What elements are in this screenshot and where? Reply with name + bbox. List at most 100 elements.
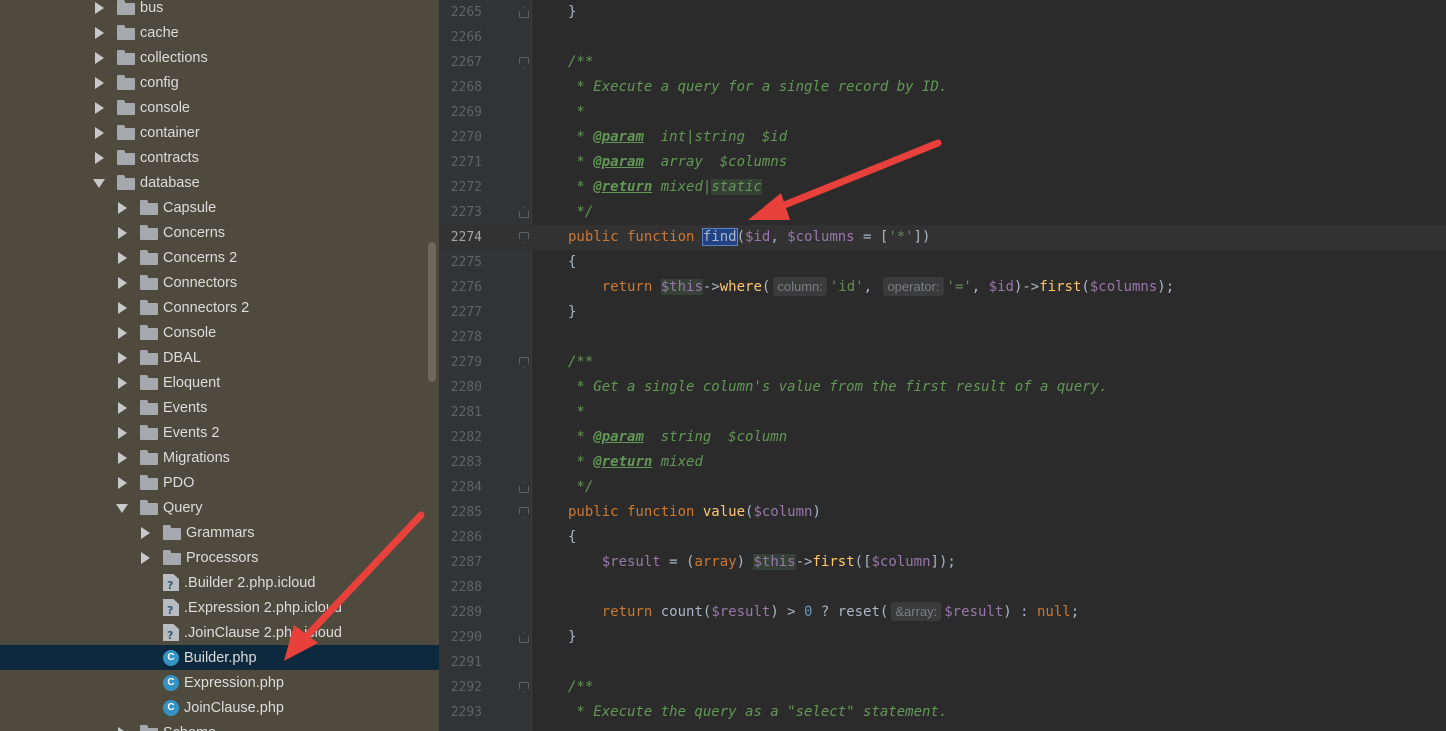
code-line[interactable]: 2268 * Execute a query for a single reco…	[439, 75, 1446, 100]
code-token: @param	[593, 154, 644, 170]
fold-marker-icon[interactable]	[519, 632, 529, 643]
code-line[interactable]: 2275 {	[439, 250, 1446, 275]
expand-arrow-icon[interactable]	[93, 177, 105, 189]
collapse-arrow-icon[interactable]	[93, 1, 105, 14]
tree-folder[interactable]: collections	[0, 45, 439, 70]
tree-folder[interactable]: console	[0, 95, 439, 120]
project-tree-scrollbar[interactable]	[428, 242, 436, 382]
tree-file[interactable]: ? .Builder 2.php.icloud	[0, 570, 439, 595]
collapse-arrow-icon[interactable]	[116, 426, 128, 439]
tree-folder[interactable]: container	[0, 120, 439, 145]
code-line[interactable]: 2284 */	[439, 475, 1446, 500]
code-line[interactable]: 2266	[439, 25, 1446, 50]
code-token: */	[568, 479, 594, 495]
code-token: ,	[770, 229, 788, 245]
collapse-arrow-icon[interactable]	[93, 51, 105, 64]
tree-folder[interactable]: Connectors	[0, 270, 439, 295]
tree-folder[interactable]: Eloquent	[0, 370, 439, 395]
code-line[interactable]: 2276 return $this->where(column:'id', op…	[439, 275, 1446, 300]
tree-folder[interactable]: PDO	[0, 470, 439, 495]
tree-folder[interactable]: Grammars	[0, 520, 439, 545]
collapse-arrow-icon[interactable]	[116, 251, 128, 264]
tree-folder[interactable]: Events	[0, 395, 439, 420]
collapse-arrow-icon[interactable]	[116, 401, 128, 414]
collapse-arrow-icon[interactable]	[116, 351, 128, 364]
collapse-arrow-icon[interactable]	[93, 101, 105, 114]
collapse-arrow-icon[interactable]	[116, 726, 128, 731]
tree-folder[interactable]: config	[0, 70, 439, 95]
fold-marker-icon[interactable]	[519, 7, 529, 18]
fold-marker-icon[interactable]	[519, 482, 529, 493]
code-line[interactable]: 2280 * Get a single column's value from …	[439, 375, 1446, 400]
tree-folder[interactable]: Concerns	[0, 220, 439, 245]
tree-folder[interactable]: DBAL	[0, 345, 439, 370]
code-line[interactable]: 2287 $result = (array) $this->first([$co…	[439, 550, 1446, 575]
collapse-arrow-icon[interactable]	[93, 126, 105, 139]
code-line[interactable]: 2269 *	[439, 100, 1446, 125]
code-line[interactable]: 2289 return count($result) > 0 ? reset(&…	[439, 600, 1446, 625]
code-line[interactable]: 2286 {	[439, 525, 1446, 550]
code-line[interactable]: 2278	[439, 325, 1446, 350]
collapse-arrow-icon[interactable]	[116, 451, 128, 464]
collapse-arrow-icon[interactable]	[139, 526, 151, 539]
tree-folder[interactable]: Processors	[0, 545, 439, 570]
collapse-arrow-icon[interactable]	[116, 276, 128, 289]
code-line[interactable]: 2271 * @param array $columns	[439, 150, 1446, 175]
code-token: mixed|	[652, 179, 712, 195]
tree-folder[interactable]: Concerns 2	[0, 245, 439, 270]
fold-marker-icon[interactable]	[519, 207, 529, 218]
code-line[interactable]: 2293 * Execute the query as a "select" s…	[439, 700, 1446, 725]
tree-file[interactable]: C Builder.php	[0, 645, 439, 670]
tree-file[interactable]: ? .JoinClause 2.php.icloud	[0, 620, 439, 645]
tree-folder[interactable]: Console	[0, 320, 439, 345]
code-line[interactable]: 2282 * @param string $column	[439, 425, 1446, 450]
code-line[interactable]: 2273 */	[439, 200, 1446, 225]
fold-marker-icon[interactable]	[519, 357, 529, 368]
collapse-arrow-icon[interactable]	[116, 226, 128, 239]
code-line[interactable]: 2279 /**	[439, 350, 1446, 375]
code-line[interactable]: 2270 * @param int|string $id	[439, 125, 1446, 150]
code-line[interactable]: 2285 public function value($column)	[439, 500, 1446, 525]
collapse-arrow-icon[interactable]	[93, 76, 105, 89]
code-line[interactable]: 2283 * @return mixed	[439, 450, 1446, 475]
expand-arrow-icon[interactable]	[116, 502, 128, 514]
tree-folder[interactable]: Events 2	[0, 420, 439, 445]
code-line[interactable]: 2267 /**	[439, 50, 1446, 75]
tree-folder[interactable]: bus	[0, 0, 439, 20]
tree-folder[interactable]: Connectors 2	[0, 295, 439, 320]
code-line[interactable]: 2272 * @return mixed|static	[439, 175, 1446, 200]
collapse-arrow-icon[interactable]	[116, 326, 128, 339]
fold-marker-icon[interactable]	[519, 57, 529, 68]
code-line[interactable]: 2277}	[439, 300, 1446, 325]
collapse-arrow-icon[interactable]	[139, 551, 151, 564]
line-number: 2276	[450, 280, 482, 295]
fold-marker-icon[interactable]	[519, 507, 529, 518]
tree-file[interactable]: ? .Expression 2.php.icloud	[0, 595, 439, 620]
code-line[interactable]: 2292 /**	[439, 675, 1446, 700]
code-line[interactable]: 2290}	[439, 625, 1446, 650]
code-editor[interactable]: 2265} 2266 2267 /** 2268 * Execute a query f…	[439, 0, 1446, 731]
code-text: /**	[568, 675, 593, 700]
tree-folder[interactable]: database	[0, 170, 439, 195]
fold-marker-icon[interactable]	[519, 232, 529, 243]
tree-folder[interactable]: Migrations	[0, 445, 439, 470]
tree-file[interactable]: C JoinClause.php	[0, 695, 439, 720]
collapse-arrow-icon[interactable]	[116, 476, 128, 489]
collapse-arrow-icon[interactable]	[93, 26, 105, 39]
tree-folder[interactable]: contracts	[0, 145, 439, 170]
collapse-arrow-icon[interactable]	[116, 301, 128, 314]
tree-folder[interactable]: Query	[0, 495, 439, 520]
code-line[interactable]: 2291	[439, 650, 1446, 675]
collapse-arrow-icon[interactable]	[116, 376, 128, 389]
tree-file[interactable]: C Expression.php	[0, 670, 439, 695]
fold-marker-icon[interactable]	[519, 682, 529, 693]
code-line[interactable]: 2265}	[439, 0, 1446, 25]
code-line[interactable]: 2288	[439, 575, 1446, 600]
tree-folder[interactable]: cache	[0, 20, 439, 45]
code-line[interactable]: 2274 public function find($id, $columns =…	[439, 225, 1446, 250]
collapse-arrow-icon[interactable]	[116, 201, 128, 214]
tree-folder[interactable]: Schema	[0, 720, 439, 731]
code-line[interactable]: 2281 *	[439, 400, 1446, 425]
collapse-arrow-icon[interactable]	[93, 151, 105, 164]
tree-folder[interactable]: Capsule	[0, 195, 439, 220]
